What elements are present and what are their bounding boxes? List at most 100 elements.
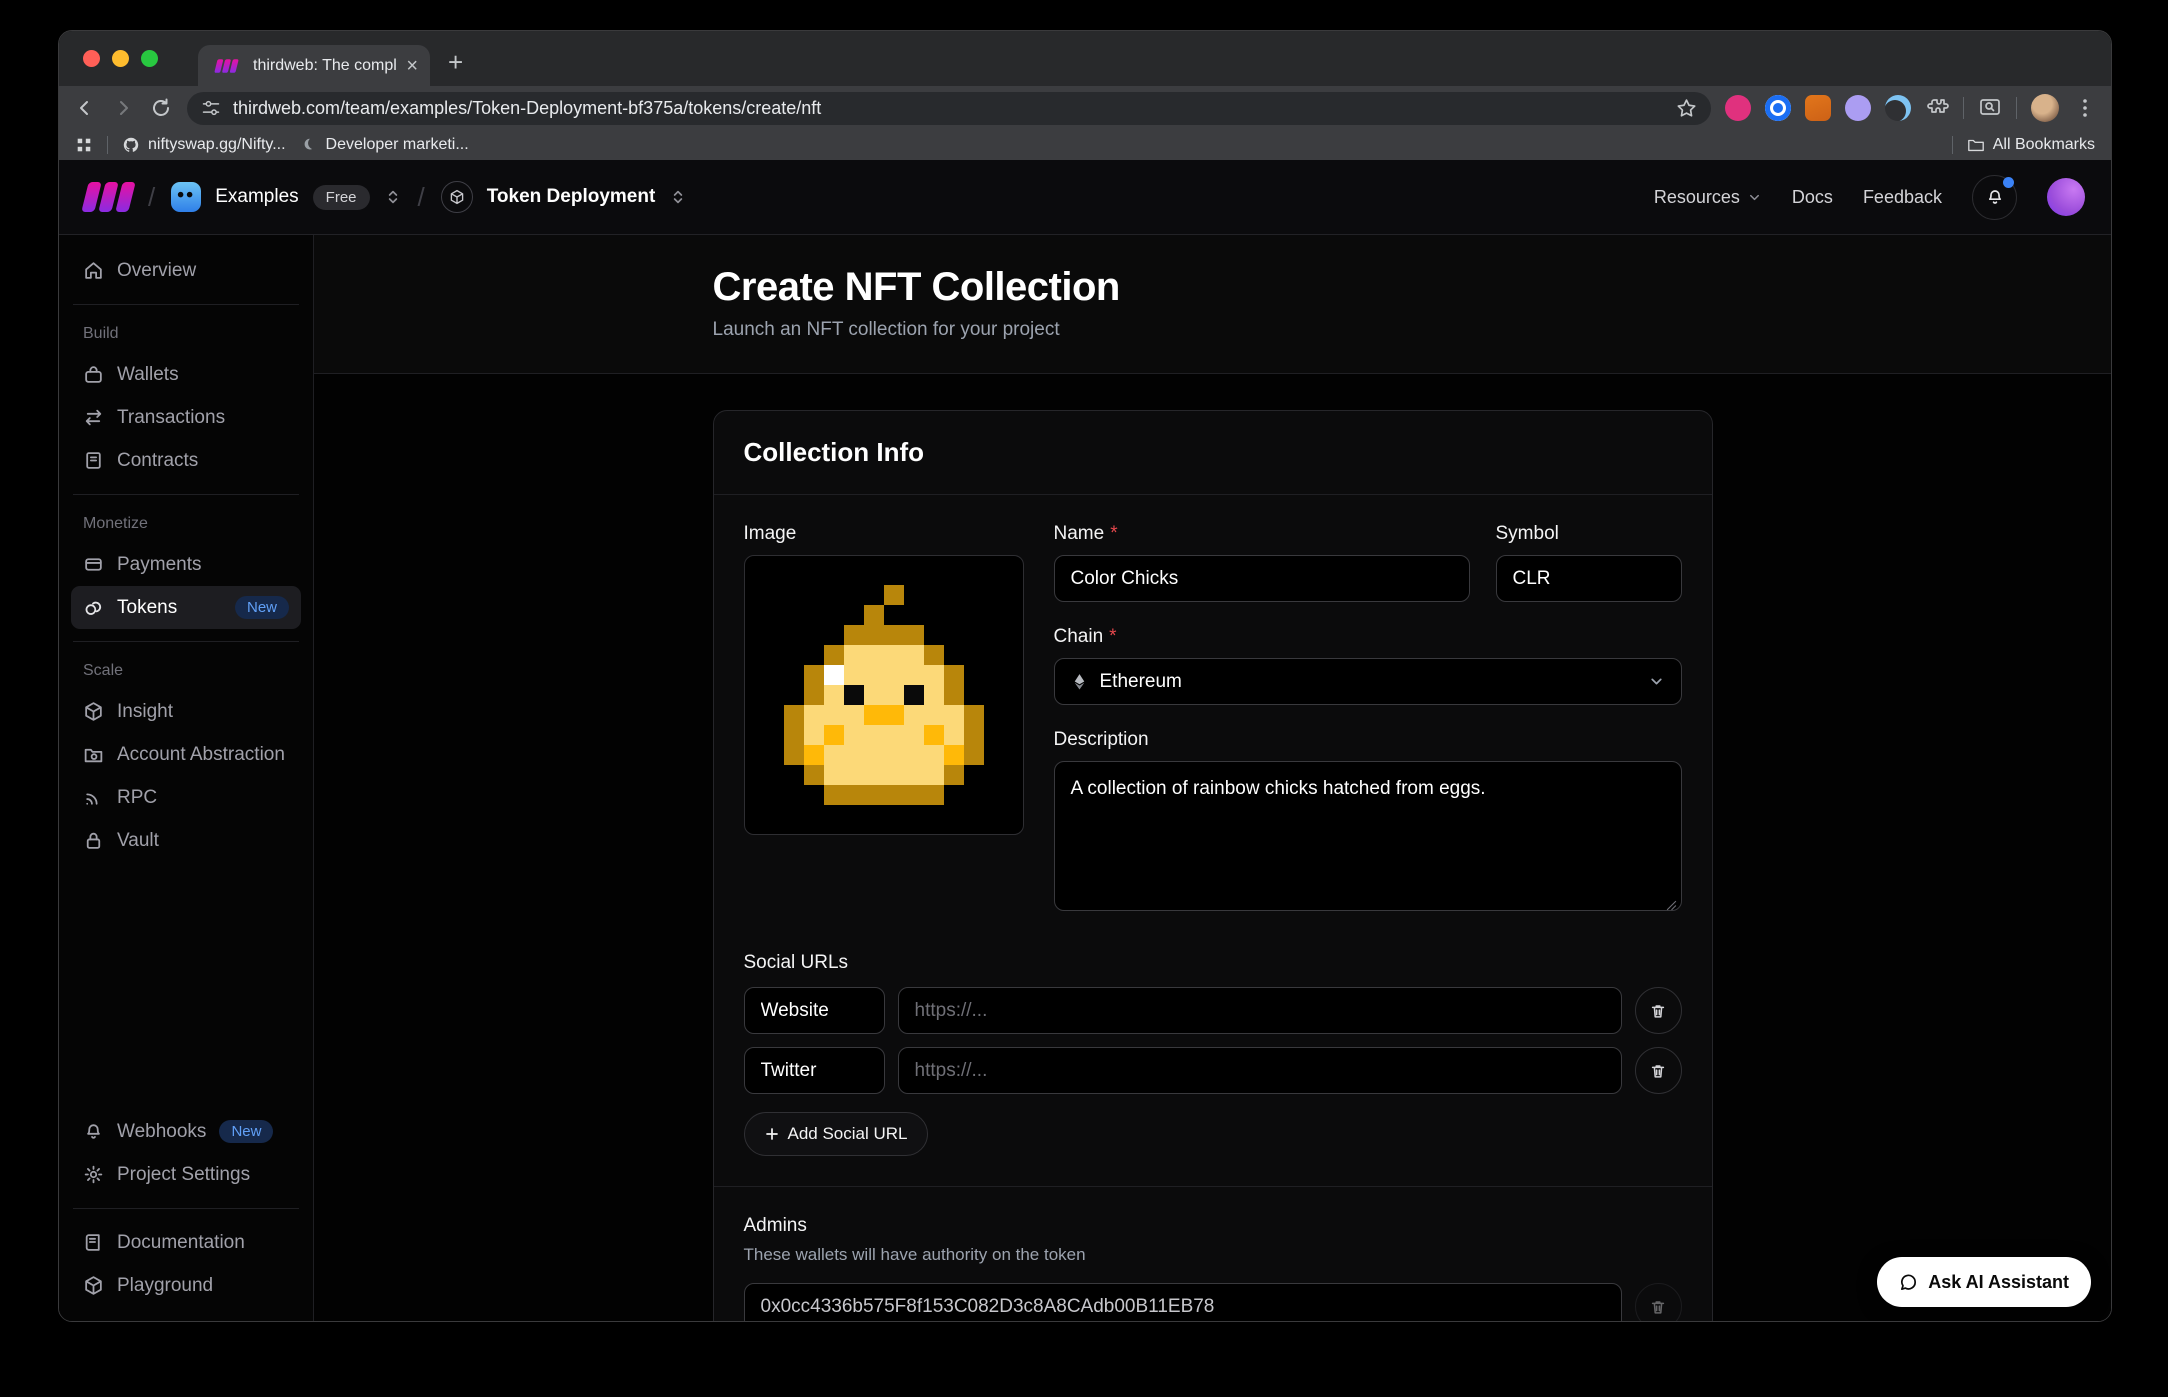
sidebar-item-transactions[interactable]: Transactions <box>71 396 301 439</box>
sidebar-item-label: Overview <box>117 260 196 282</box>
user-avatar[interactable] <box>2047 178 2085 216</box>
sidebar-item-rpc[interactable]: RPC <box>71 776 301 819</box>
sidebar-item-overview[interactable]: Overview <box>71 249 301 292</box>
forward-icon[interactable] <box>111 96 135 120</box>
sidebar-item-project-settings[interactable]: Project Settings <box>71 1153 301 1196</box>
admin-address-input[interactable] <box>744 1283 1622 1321</box>
back-icon[interactable] <box>73 96 97 120</box>
close-window-button[interactable] <box>83 50 100 67</box>
team-avatar[interactable] <box>171 182 201 212</box>
apps-grid-icon[interactable] <box>75 136 93 154</box>
sidebar-item-label: RPC <box>117 787 157 809</box>
bookmark-label: niftyswap.gg/Nifty... <box>148 136 286 154</box>
social-type-input[interactable] <box>744 987 885 1034</box>
close-tab-icon[interactable]: × <box>406 56 418 76</box>
minimize-window-button[interactable] <box>112 50 129 67</box>
address-bar[interactable]: thirdweb.com/team/examples/Token-Deploym… <box>187 92 1711 125</box>
notifications-button[interactable] <box>1972 175 2017 220</box>
sidebar-item-tokens[interactable]: Tokens New <box>71 586 301 629</box>
chrome-menu-icon[interactable] <box>2073 96 2097 120</box>
project-name[interactable]: Token Deployment <box>487 186 656 208</box>
bookmark-niftyswap[interactable]: niftyswap.gg/Nifty... <box>122 136 286 154</box>
app-header: / Examples Free / Token Deployment Resou… <box>59 160 2111 235</box>
reload-icon[interactable] <box>149 96 173 120</box>
sidebar-item-vault[interactable]: Vault <box>71 819 301 862</box>
resources-menu[interactable]: Resources <box>1654 187 1762 208</box>
sidebar-item-label: Account Abstraction <box>117 744 285 766</box>
thirdweb-favicon <box>216 59 237 73</box>
social-urls-label: Social URLs <box>744 952 1682 974</box>
gear-icon <box>83 1164 104 1185</box>
social-row-twitter <box>744 1047 1682 1094</box>
description-label: Description <box>1054 729 1682 751</box>
collection-info-card: Collection Info Image <box>713 410 1713 1321</box>
ask-ai-assistant-label: Ask AI Assistant <box>1928 1272 2069 1293</box>
side-panel-search-icon[interactable] <box>1978 96 2002 120</box>
resize-grip-icon[interactable] <box>1666 900 1677 911</box>
admins-label: Admins <box>744 1215 1682 1237</box>
social-row-website <box>744 987 1682 1034</box>
sidebar-item-playground[interactable]: Playground <box>71 1264 301 1307</box>
bell-icon <box>83 1121 104 1142</box>
extension-icon-blue[interactable] <box>1765 95 1791 121</box>
add-social-url-button[interactable]: Add Social URL <box>744 1112 928 1156</box>
browser-tab[interactable]: thirdweb: The complete web3 × <box>198 45 430 86</box>
thirdweb-logo[interactable] <box>85 182 132 212</box>
chain-select[interactable]: Ethereum <box>1054 658 1682 705</box>
account-abstraction-icon <box>83 744 104 765</box>
feedback-link[interactable]: Feedback <box>1863 187 1942 208</box>
sidebar-item-documentation[interactable]: Documentation <box>71 1221 301 1264</box>
social-type-input[interactable] <box>744 1047 885 1094</box>
sidebar-item-wallets[interactable]: Wallets <box>71 353 301 396</box>
project-switcher-icon[interactable] <box>669 188 687 206</box>
delete-social-row-button[interactable] <box>1635 987 1682 1034</box>
pixel-chick-image <box>764 585 1004 805</box>
bell-icon <box>1985 187 2005 207</box>
social-url-input[interactable] <box>898 987 1622 1034</box>
extensions-puzzle-icon[interactable] <box>1925 96 1949 120</box>
chrome-profile-avatar[interactable] <box>2031 94 2059 122</box>
docs-link[interactable]: Docs <box>1792 187 1833 208</box>
description-textarea[interactable]: A collection of rainbow chicks hatched f… <box>1054 761 1682 911</box>
sidebar-item-contracts[interactable]: Contracts <box>71 439 301 482</box>
bookmark-star-icon[interactable] <box>1676 98 1697 119</box>
ask-ai-assistant-button[interactable]: Ask AI Assistant <box>1877 1257 2091 1307</box>
extension-icon-dark[interactable] <box>1885 95 1911 121</box>
symbol-input[interactable] <box>1496 555 1682 602</box>
sidebar-item-label: Vault <box>117 830 159 852</box>
sidebar-item-webhooks[interactable]: Webhooks New <box>71 1110 301 1153</box>
admins-subtitle: These wallets will have authority on the… <box>744 1245 1682 1265</box>
sidebar-item-label: Insight <box>117 701 173 723</box>
extension-icon-pink[interactable] <box>1725 95 1751 121</box>
chevron-down-icon <box>1747 190 1762 205</box>
name-input[interactable] <box>1054 555 1470 602</box>
site-settings-icon[interactable] <box>201 98 221 118</box>
playground-cube-icon <box>83 1275 104 1296</box>
social-url-input[interactable] <box>898 1047 1622 1094</box>
url-text[interactable]: thirdweb.com/team/examples/Token-Deploym… <box>233 98 1664 119</box>
all-bookmarks-button[interactable]: All Bookmarks <box>1967 136 2095 154</box>
delete-admin-button[interactable] <box>1635 1283 1682 1321</box>
bookmark-developer-marketing[interactable]: Developer marketi... <box>300 136 469 154</box>
sidebar-item-label: Payments <box>117 554 201 576</box>
sidebar-item-label: Tokens <box>117 597 177 619</box>
sidebar-item-payments[interactable]: Payments <box>71 543 301 586</box>
delete-social-row-button[interactable] <box>1635 1047 1682 1094</box>
sidebar-item-label: Transactions <box>117 407 225 429</box>
sidebar-item-insight[interactable]: Insight <box>71 690 301 733</box>
new-tab-button[interactable]: + <box>448 47 463 78</box>
new-badge: New <box>219 1120 273 1143</box>
required-asterisk: * <box>1110 523 1117 545</box>
team-name[interactable]: Examples <box>215 186 298 208</box>
plan-badge: Free <box>313 185 370 210</box>
zoom-window-button[interactable] <box>141 50 158 67</box>
collection-image-upload[interactable] <box>744 555 1024 835</box>
sidebar-heading-scale: Scale <box>83 662 289 680</box>
sidebar-item-account-abstraction[interactable]: Account Abstraction <box>71 733 301 776</box>
card-title: Collection Info <box>714 411 1712 495</box>
thirdweb-app: / Examples Free / Token Deployment Resou… <box>59 160 2111 1321</box>
team-switcher-icon[interactable] <box>384 188 402 206</box>
sidebar-heading-build: Build <box>83 325 289 343</box>
metamask-icon[interactable] <box>1805 95 1831 121</box>
phantom-icon[interactable] <box>1845 95 1871 121</box>
